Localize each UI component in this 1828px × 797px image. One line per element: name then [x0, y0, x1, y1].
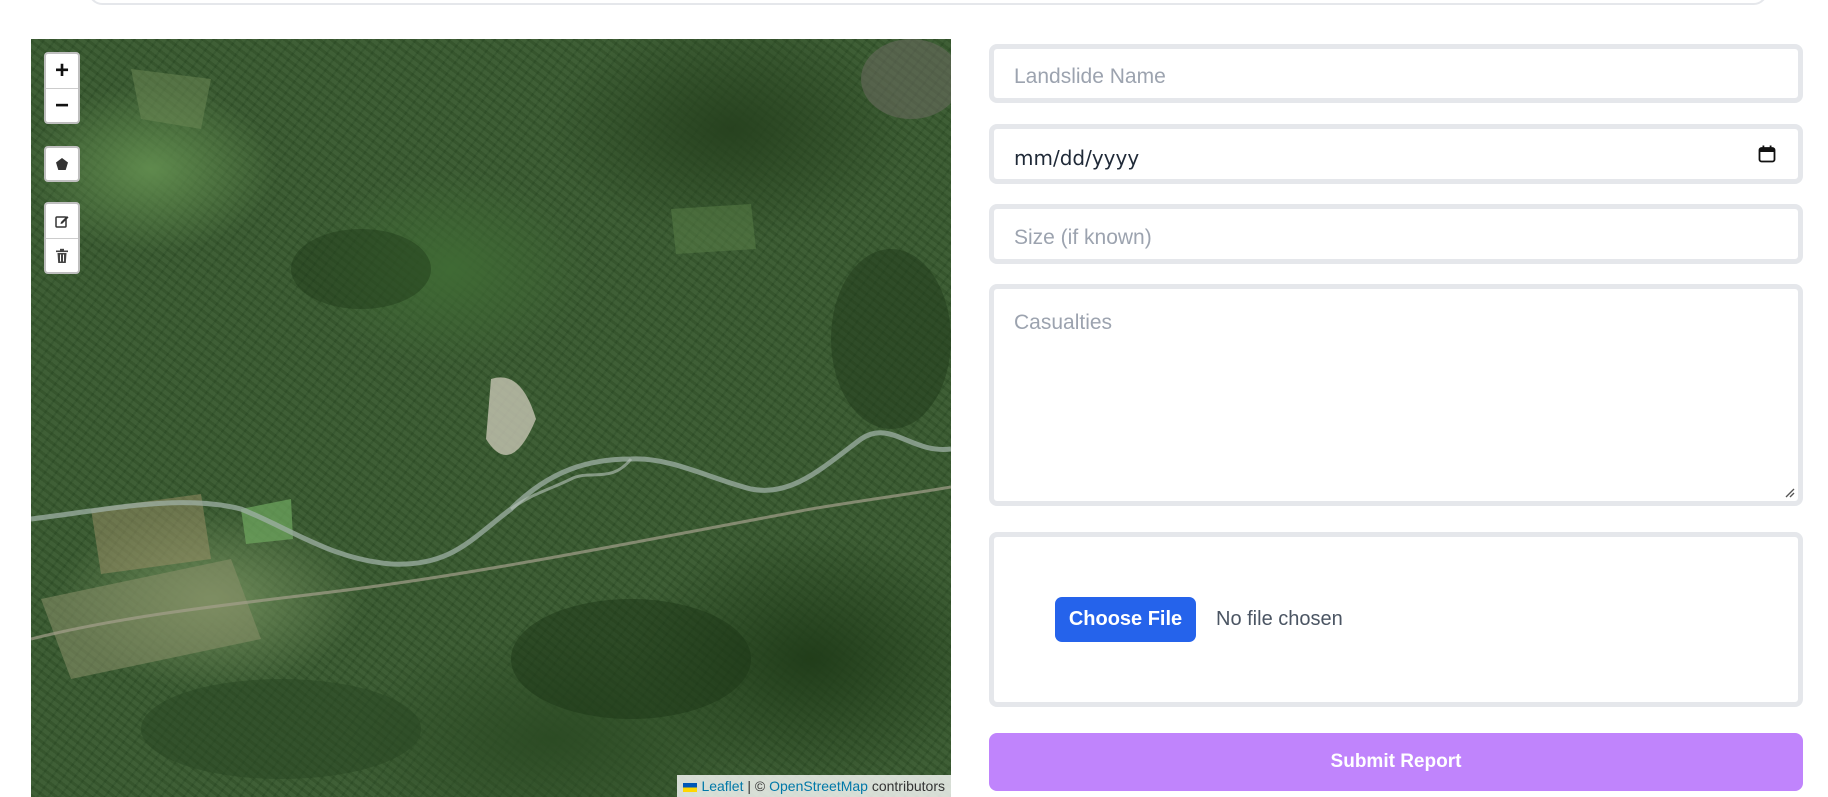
landslide-name-input[interactable]: Landslide Name	[989, 44, 1803, 103]
calendar-icon[interactable]	[1758, 145, 1776, 163]
resize-handle-icon[interactable]	[1783, 486, 1795, 498]
casualties-placeholder: Casualties	[1014, 311, 1113, 334]
top-search-bar[interactable]	[88, 0, 1768, 5]
delete-layers-button[interactable]	[46, 238, 78, 272]
zoom-in-button[interactable]: +	[46, 54, 78, 88]
leaflet-link[interactable]: Leaflet	[701, 778, 743, 794]
choose-file-button[interactable]: Choose File	[1055, 597, 1196, 642]
zoom-out-button[interactable]: −	[46, 88, 78, 122]
date-input[interactable]: mm/dd/yyyy	[989, 124, 1803, 184]
zoom-control: + −	[44, 52, 80, 124]
size-placeholder: Size (if known)	[1014, 226, 1152, 249]
size-input[interactable]: Size (if known)	[989, 204, 1803, 264]
trash-icon	[56, 248, 68, 263]
edit-icon	[55, 216, 69, 228]
openstreetmap-link[interactable]: OpenStreetMap	[769, 778, 868, 794]
satellite-map[interactable]: + − Leaflet | © OpenStreetMap contributo…	[31, 39, 951, 797]
draw-toolbar	[44, 146, 80, 182]
map-terrain	[31, 39, 951, 779]
casualties-textarea[interactable]: Casualties	[989, 284, 1803, 506]
date-value: mm/dd/yyyy	[1014, 146, 1140, 170]
submit-report-button[interactable]: Submit Report	[989, 733, 1803, 791]
file-status: No file chosen	[1216, 608, 1343, 630]
landslide-name-placeholder: Landslide Name	[1014, 65, 1166, 88]
edit-toolbar	[44, 202, 80, 274]
file-upload-field: Choose File No file chosen	[989, 532, 1803, 707]
ukraine-flag-icon	[683, 783, 698, 792]
map-attribution: Leaflet | © OpenStreetMap contributors	[677, 775, 951, 797]
pentagon-icon	[56, 158, 68, 170]
draw-polygon-button[interactable]	[46, 148, 78, 180]
edit-layers-button[interactable]	[46, 204, 78, 238]
attribution-separator: | ©	[747, 778, 766, 794]
attribution-contributors: contributors	[871, 778, 945, 794]
